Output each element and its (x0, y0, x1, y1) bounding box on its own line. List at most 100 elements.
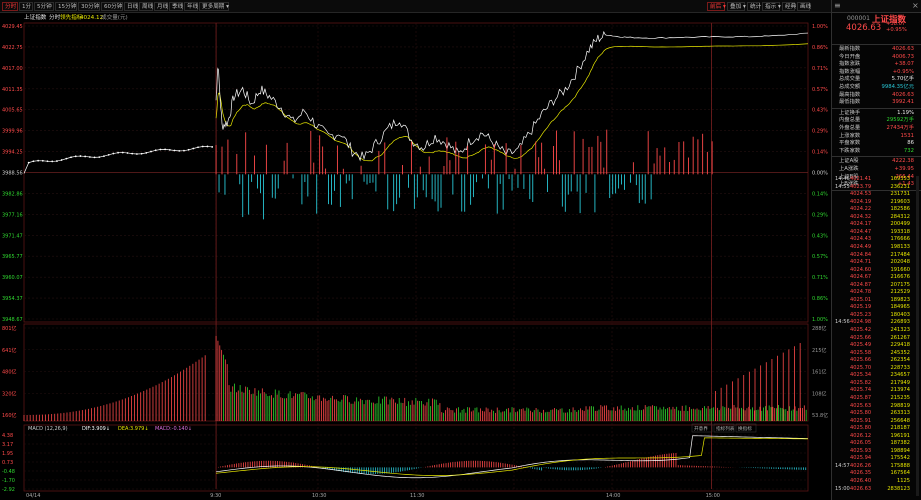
tick-price: 4025.70 (850, 364, 872, 371)
period-tab[interactable]: 5分钟 (34, 2, 54, 11)
tick-volume: 207175 (890, 281, 910, 288)
period-tab[interactable]: 日线 (124, 2, 138, 11)
time-axis-label: 9:30 (210, 493, 221, 499)
price-tick-label: 3948.67 (2, 317, 23, 323)
quote-stat-row: 总成交额 9984.35亿元 (832, 84, 920, 91)
tick-volume: 193318 (890, 228, 910, 235)
toolbar-tool[interactable]: 前后 ▾ (707, 2, 726, 11)
period-tab[interactable]: 月线 (154, 2, 168, 11)
tick-volume: 212529 (890, 289, 910, 296)
quote-stat-label: 外盘总量 (839, 125, 861, 131)
tick-price: 4025.91 (850, 417, 872, 424)
macd-tick-label: -1.70 (2, 478, 15, 484)
price-tick-label: 3960.07 (2, 275, 23, 281)
price-tick-label: 4022.75 (2, 45, 23, 51)
macd-panel-button-label: 指标列表 (716, 425, 735, 432)
tick-row: 4024.60 191660 (832, 267, 920, 274)
pct-tick-label: 0.86% (812, 296, 828, 302)
price-change-pct: +0.95% (886, 27, 907, 33)
toolbar-tool[interactable]: 画线 (797, 2, 811, 11)
quote-panel: ≡ × 000001 上证指数 4026.63 +38.07 +0.95% 最新… (831, 0, 921, 500)
tick-volume: 245352 (890, 349, 910, 356)
price-line (215, 30, 809, 162)
period-tab[interactable]: 30分钟 (78, 2, 100, 11)
period-tab[interactable]: 60分钟 (101, 2, 123, 11)
tick-volume: 200499 (890, 221, 910, 228)
tick-volume: 226893 (890, 319, 910, 326)
period-tab[interactable]: 更多周期 ▾ (199, 2, 229, 11)
tick-price: 4025.49 (850, 342, 872, 349)
pre-session-line (23, 146, 213, 174)
tick-row: 4025.63 298819 (832, 403, 920, 410)
price-tick-label: 3954.37 (2, 296, 23, 302)
time-axis-label: 11:30 (410, 493, 424, 499)
period-tab[interactable]: 周线 (139, 2, 153, 11)
tick-price: 4025.82 (850, 379, 872, 386)
tick-price: 4024.17 (850, 221, 872, 228)
quote-price-box: 4026.63 +38.07 +0.95% (832, 21, 921, 45)
price-tick-label: 4017.00 (2, 66, 23, 72)
tick-price: 4024.60 (850, 266, 872, 273)
tick-volume: 241323 (890, 327, 910, 333)
tick-row: 15:00 4026.63 2838123 (832, 486, 920, 493)
volume-tick-label: 320亿 (2, 390, 17, 397)
tick-price: 4024.43 (850, 236, 872, 243)
tick-volume: 231731 (890, 191, 910, 198)
price-tick-label: 4029.45 (2, 24, 23, 30)
volume-tick-label: 801亿 (2, 325, 17, 332)
tick-scrollbar[interactable] (916, 176, 919, 496)
tick-volume: 187382 (890, 440, 910, 447)
tick-price: 4026.35 (850, 470, 872, 477)
tick-row: 4025.23 180403 (832, 312, 920, 319)
tick-volume: 167564 (890, 470, 910, 477)
mode-label: 分时 (49, 15, 61, 21)
pct-tick-label: 0.29% (812, 212, 828, 218)
quote-stat-value: 27434万手 (886, 125, 914, 131)
pct-tick-label: 0.71% (812, 66, 828, 72)
quote-stat-value: +38.07 (894, 61, 914, 68)
pct-tick-label: 0.71% (812, 275, 828, 281)
tick-volume: 228733 (890, 364, 910, 371)
price-tick-label: 4005.65 (2, 108, 23, 114)
period-tab[interactable]: 年线 (184, 2, 198, 11)
pct-tick-label: 1.00% (812, 317, 828, 323)
macd-dif: DIF:3.909↓ (82, 426, 110, 432)
toolbar-tool[interactable]: 统计 (747, 2, 761, 11)
tick-price: 4026.40 (850, 478, 872, 484)
pct-tick-label: 0.43% (812, 108, 828, 114)
macd-panel-button-label: 换指标 (738, 425, 752, 432)
toolbar-tool[interactable]: 叠加 ▾ (727, 2, 746, 11)
price-tick-label: 4011.35 (2, 87, 23, 93)
period-tab[interactable]: 季线 (169, 2, 183, 11)
tick-price: 4024.47 (850, 228, 872, 235)
tick-price: 4025.58 (850, 349, 872, 356)
lead-indicator-value: 4024.12 (80, 15, 104, 21)
quote-stat-row: 最新指数 4026.63 (832, 46, 920, 53)
period-tab[interactable]: 15分钟 (55, 2, 77, 11)
macd-tick-label: 0.73 (2, 460, 13, 466)
tick-volume: 234657 (890, 372, 910, 379)
quote-stat-row: 最低指数 3992.41 (832, 99, 920, 106)
quote-stat-row: 下跌家数 732 (832, 148, 920, 155)
tick-volume: 213974 (890, 387, 910, 394)
toolbar-tool[interactable]: 经典 (782, 2, 796, 11)
panel-close-icon[interactable]: × (912, 1, 919, 10)
tick-volume: 256648 (890, 417, 910, 424)
tick-row: 4024.19 219603 (832, 199, 920, 206)
quote-stat-row: 上A涨跌 +39.95 (832, 166, 920, 173)
panel-menu-icon[interactable]: ≡ (834, 1, 841, 10)
toolbar-tool[interactable]: 指示 ▾ (762, 2, 781, 11)
tick-volume: 191660 (890, 266, 910, 273)
period-tab[interactable]: 1分 (19, 2, 33, 11)
quote-stat-row: 外盘总量 27434万手 (832, 125, 920, 132)
tick-time: 15:00 (835, 485, 850, 492)
tick-row: 4024.67 216676 (832, 274, 920, 281)
tick-price: 4025.74 (850, 387, 872, 394)
tick-row: 4026.05 187382 (832, 440, 920, 447)
tick-price: 4024.53 (850, 191, 872, 198)
chart-canvas[interactable]: 4029.45 1.00% 4022.75 0.86% 4017.00 0.71% 4011… (0, 13, 830, 500)
intraday-chart[interactable]: 4029.45 1.00% 4022.75 0.86% 4017.00 0.71% 4011… (0, 13, 830, 500)
tick-price: 4024.32 (850, 213, 872, 220)
quote-stat-value: +39.95 (894, 166, 914, 172)
period-tab[interactable]: 分时 (2, 2, 18, 11)
